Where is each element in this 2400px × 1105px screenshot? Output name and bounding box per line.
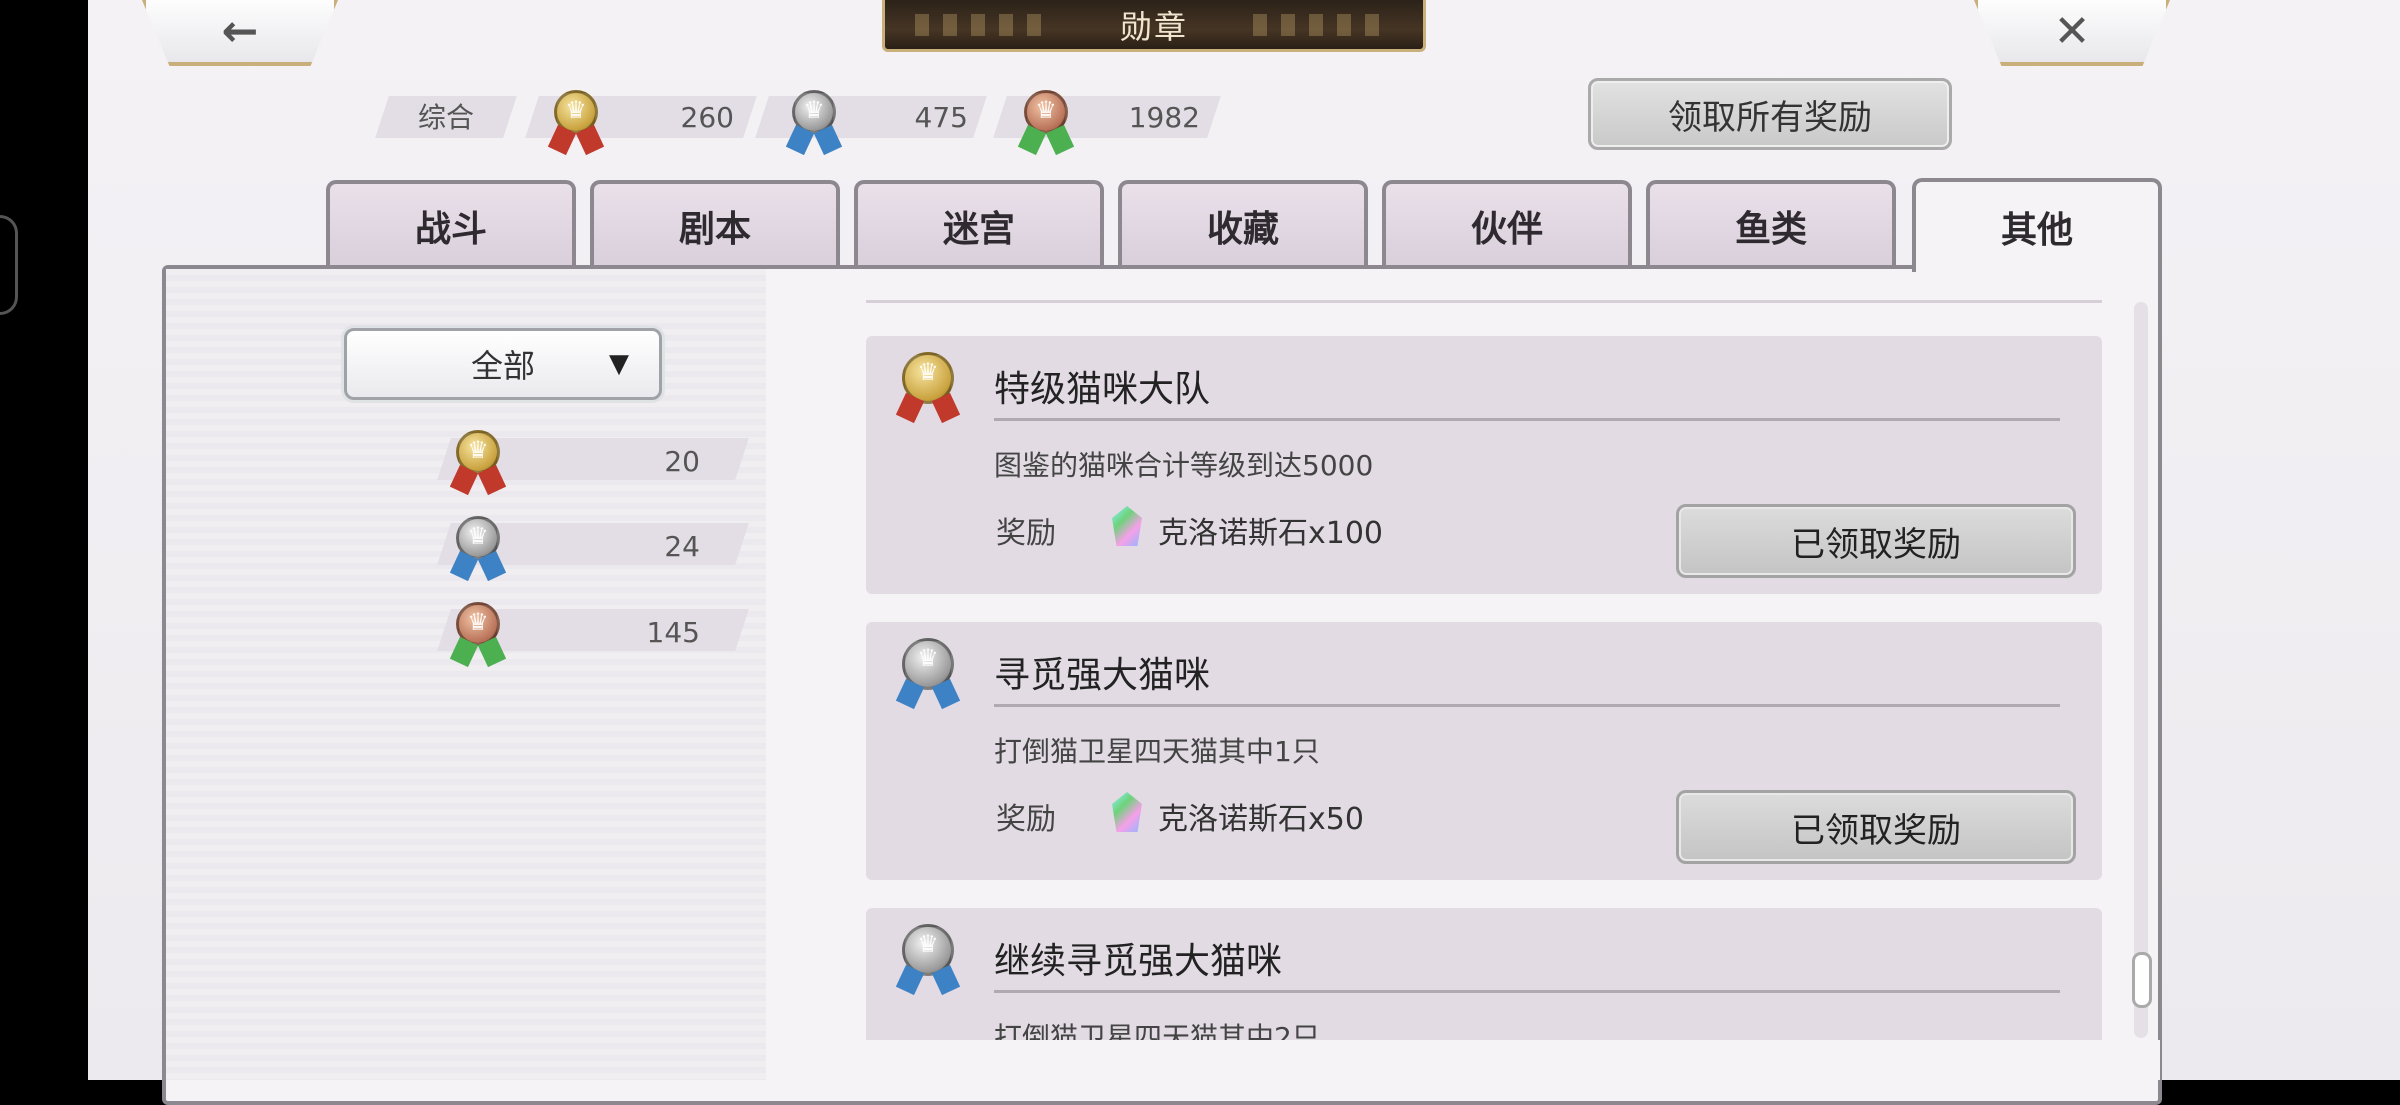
tab-other[interactable]: 其他 [1912,178,2162,272]
silver-medal-icon [895,638,961,712]
tab-label: 战斗 [414,208,487,250]
chronos-stone-icon [1112,792,1142,832]
tab-label: 剧本 [678,208,751,250]
list-divider [866,300,2102,303]
reward-label: 奖励 [996,516,1056,551]
bronze-medal-icon [1017,90,1075,156]
page-title: 勋章 [882,0,1426,52]
tab-story[interactable]: 剧本 [590,180,840,268]
bronze-medal-icon [449,602,507,668]
tab-collection[interactable]: 收藏 [1118,180,1368,268]
silver-medal-icon [449,516,507,582]
tab-battle[interactable]: 战斗 [326,180,576,268]
scrollbar-thumb[interactable] [2132,952,2152,1008]
tab-label: 其他 [2000,209,2073,251]
chevron-down-icon: ▼ [609,349,629,379]
filter-bronze-count: 145 [646,616,700,649]
title-underline [994,418,2060,421]
tab-label: 伙伴 [1470,208,1543,250]
filter-silver-count: 24 [664,530,700,563]
tab-maze[interactable]: 迷宫 [854,180,1104,268]
achievement-desc: 图鉴的猫咪合计等级到达5000 [994,449,1374,482]
close-icon: ✕ [2053,5,2091,57]
claimed-reward-button[interactable]: 已领取奖励 [1676,504,2076,578]
silver-medal-icon [895,924,961,998]
back-button[interactable]: ← [142,0,338,66]
claim-all-button[interactable]: 领取所有奖励 [1588,78,1952,150]
gold-medal-icon [449,430,507,496]
reward-text: 克洛诺斯石x100 [1158,516,1384,551]
gold-medal-icon [547,90,605,156]
filter-selected-text: 全部 [470,347,535,385]
title-underline [994,990,2060,993]
tab-label: 迷宫 [942,208,1015,250]
tab-companion[interactable]: 伙伴 [1382,180,1632,268]
tab-fish[interactable]: 鱼类 [1646,180,1896,268]
achievement-title: 特级猫咪大队 [994,369,1211,410]
chronos-stone-icon [1112,506,1142,546]
page-title-text: 勋章 [1119,7,1188,46]
claimed-reward-button[interactable]: 已领取奖励 [1676,790,2076,864]
summary-bronze-count: 1982 [1128,101,1200,134]
tab-label: 鱼类 [1734,208,1807,250]
achievement-title: 寻觅强大猫咪 [994,655,1211,696]
gold-medal-icon [895,352,961,426]
reward-label: 奖励 [996,802,1056,837]
title-underline [994,704,2060,707]
scrollbar-track[interactable] [2134,302,2148,1038]
back-arrow-icon: ← [221,5,259,57]
filter-dropdown[interactable]: 全部 ▼ [344,328,662,400]
reward-text: 克洛诺斯石x50 [1158,802,1364,837]
achievement-desc: 打倒猫卫星四天猫其中1只 [994,735,1320,768]
tab-label: 收藏 [1206,208,1279,250]
filter-gold-count: 20 [664,445,700,478]
achievement-title: 继续寻觅强大猫咪 [994,941,1283,982]
list-clip-mask [860,1040,2160,1080]
edge-handle [0,215,18,315]
close-button[interactable]: ✕ [1974,0,2170,66]
summary-silver-count: 475 [914,101,968,134]
summary-gold-count: 260 [680,101,734,134]
summary-label: 综合 [418,101,475,134]
silver-medal-icon [785,90,843,156]
